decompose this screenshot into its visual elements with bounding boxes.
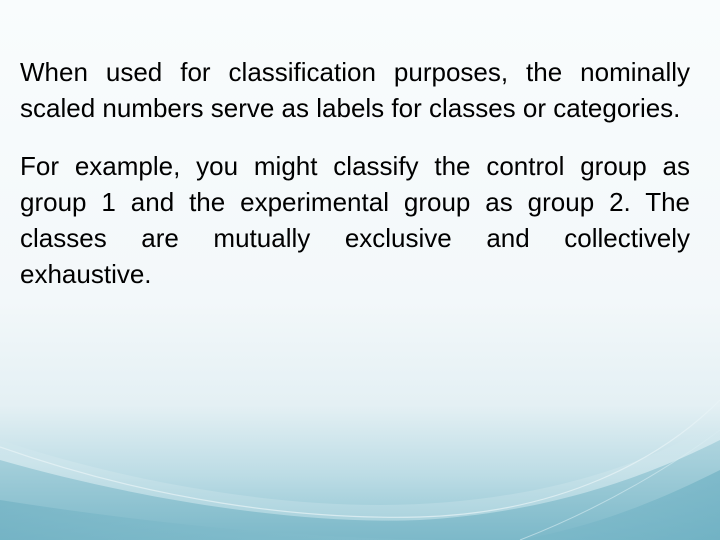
paragraph-classification-purpose: When used for classification purposes, t…: [20, 57, 690, 123]
paragraph-example: For example, you might classify the cont…: [20, 151, 690, 289]
slide-text-body: When used for classification purposes, t…: [20, 54, 690, 292]
